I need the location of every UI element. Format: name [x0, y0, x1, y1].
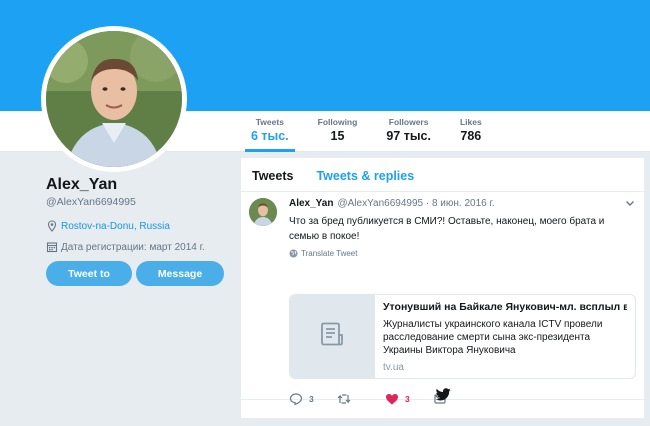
stat-value: 786	[460, 129, 482, 143]
stat-followers[interactable]: Followers 97 тыс.	[380, 111, 437, 152]
location-pin-icon	[46, 220, 58, 232]
chevron-down-icon[interactable]	[624, 196, 636, 208]
retweet-icon	[337, 392, 351, 406]
stat-label: Likes	[459, 117, 482, 127]
reply-count: 3	[309, 394, 314, 404]
tweet-to-button[interactable]: Tweet to	[46, 261, 132, 286]
tweet-header: Alex_Yan @AlexYan6694995 · 8 июн. 2016 г…	[289, 198, 634, 209]
location-link[interactable]: Rostov-na-Donu, Russia	[61, 221, 170, 232]
card-thumbnail	[290, 295, 375, 378]
profile-stats: Tweets 6 тыс. Following 15 Followers 97 …	[245, 111, 505, 152]
stat-following[interactable]: Following 15	[312, 111, 364, 152]
like-count: 3	[405, 394, 410, 404]
stat-likes[interactable]: Likes 786	[454, 111, 488, 152]
profile-handle: @AlexYan6694995	[46, 196, 136, 208]
stat-value: 6 тыс.	[251, 129, 289, 143]
tweet-handle-date[interactable]: @AlexYan6694995 · 8 июн. 2016 г.	[337, 198, 494, 209]
profile-joined: Дата регистрации: март 2014 г.	[46, 241, 205, 253]
link-card[interactable]: Утонувший на Байкале Янукович-мл. всплыл…	[289, 294, 636, 379]
profile-location: Rostov-na-Donu, Russia	[46, 220, 170, 232]
tweet-author-name[interactable]: Alex_Yan	[289, 198, 333, 209]
reply-button[interactable]: 3	[289, 392, 317, 406]
tab-tweets-replies[interactable]: Tweets & replies	[316, 169, 414, 191]
document-icon	[319, 321, 345, 352]
timeline-tabs: Tweets Tweets & replies	[241, 158, 644, 192]
stat-value: 97 тыс.	[386, 129, 431, 143]
heart-icon	[385, 392, 399, 406]
tweet-text: Что за бред публикуется в СМИ?! Оставьте…	[289, 216, 605, 242]
like-button[interactable]: 3	[385, 392, 413, 406]
retweet-button[interactable]	[337, 392, 365, 406]
calendar-icon	[46, 241, 58, 253]
card-description: Журналисты украинского канала ICTV прове…	[383, 319, 603, 356]
stat-label: Following	[317, 117, 358, 127]
twitter-bird-icon	[435, 388, 451, 401]
translate-tweet-link[interactable]: Translate Tweet	[289, 249, 634, 258]
tab-tweets[interactable]: Tweets	[252, 169, 293, 191]
globe-icon	[289, 249, 298, 258]
stat-value: 15	[330, 129, 345, 143]
translate-label: Translate Tweet	[301, 249, 358, 258]
tweet-avatar[interactable]	[249, 198, 277, 226]
joined-text: Дата регистрации: март 2014 г.	[61, 241, 205, 253]
card-title: Утонувший на Байкале Янукович-мл. всплыл…	[383, 301, 627, 313]
card-domain: tv.ua	[383, 362, 404, 373]
stat-label: Tweets	[255, 117, 284, 127]
tweet[interactable]: Alex_Yan @AlexYan6694995 · 8 июн. 2016 г…	[241, 192, 644, 406]
card-body: Утонувший на Байкале Янукович-мл. всплыл…	[375, 295, 635, 378]
timeline: Tweets Tweets & replies Alex_Yan @AlexYa…	[241, 158, 644, 418]
profile-name[interactable]: Alex_Yan	[46, 176, 117, 194]
reply-icon	[289, 392, 303, 406]
message-button[interactable]: Message	[136, 261, 224, 286]
profile-avatar[interactable]	[41, 26, 187, 172]
stat-tweets[interactable]: Tweets 6 тыс.	[245, 111, 295, 152]
stat-label: Followers	[388, 117, 429, 127]
